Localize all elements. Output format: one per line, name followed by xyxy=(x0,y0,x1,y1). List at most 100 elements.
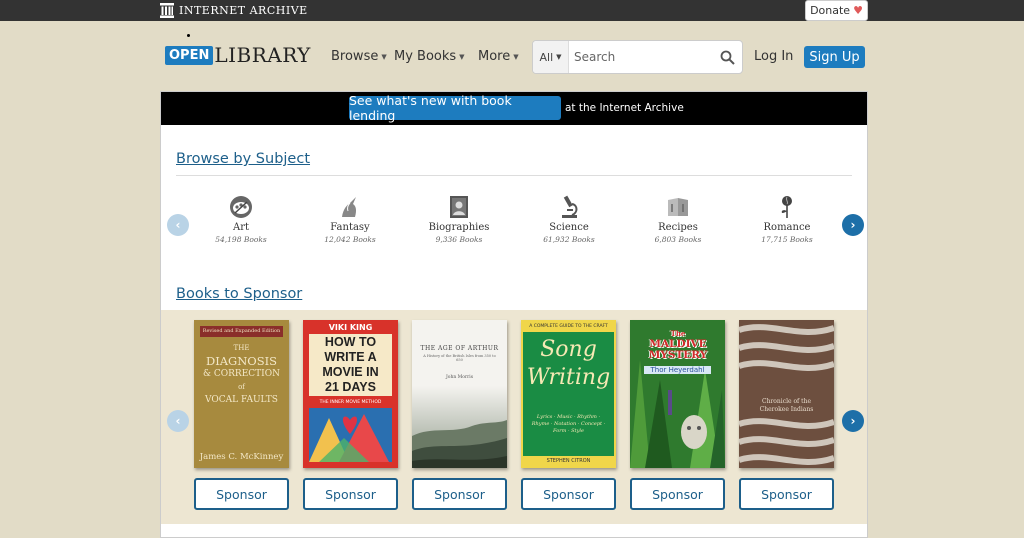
book-cover-age-of-arthur[interactable]: THE AGE OF ARTHUR A History of the Briti… xyxy=(412,320,507,468)
caret-down-icon: ▼ xyxy=(459,52,465,61)
rose-icon xyxy=(732,195,842,219)
logo-open: OPEN xyxy=(165,46,214,65)
book-title-line: 21 DAYS xyxy=(325,380,376,394)
nav-my-books[interactable]: My Books ▼ xyxy=(394,49,465,64)
book-title-line: DIAGNOSIS xyxy=(205,354,278,368)
subject-count: 12,042 Books xyxy=(324,235,376,244)
sponsor-button[interactable]: Sponsor xyxy=(630,478,725,510)
caret-down-icon: ▼ xyxy=(381,52,387,61)
subject-count: 61,932 Books xyxy=(543,235,595,244)
sponsor-button[interactable]: Sponsor xyxy=(521,478,616,510)
archive-building-icon xyxy=(160,3,174,18)
book-cover-maldive-mystery[interactable]: The MALDIVE MYSTERY Thor Heyerdahl xyxy=(630,320,725,468)
subject-count: 54,198 Books xyxy=(215,235,267,244)
nav-my-books-label: My Books xyxy=(394,49,457,64)
caret-down-icon: ▼ xyxy=(513,52,519,61)
book-title-line: Cherokee Indians xyxy=(759,406,814,413)
cookbook-icon xyxy=(623,195,733,219)
book-subtitle: A History of the British Isles from 350 … xyxy=(423,354,496,362)
sponsor-button[interactable]: Sponsor xyxy=(194,478,289,510)
subjects-next-arrow[interactable]: › xyxy=(842,214,864,236)
nav-browse-label: Browse xyxy=(331,49,379,64)
internet-archive-bar: INTERNET ARCHIVE Donate ♥ xyxy=(0,0,1024,21)
main-panel: See what's new with book lending at the … xyxy=(160,91,868,538)
book-title-line: of xyxy=(238,383,245,391)
subject-name: Romance xyxy=(763,222,811,233)
subject-count: 9,336 Books xyxy=(435,235,483,244)
book-title-line: HOW TO xyxy=(324,335,377,349)
internet-archive-logo[interactable]: INTERNET ARCHIVE xyxy=(160,2,308,19)
nav-more-label: More xyxy=(478,49,511,64)
lending-banner: See what's new with book lending at the … xyxy=(161,92,867,125)
signup-button[interactable]: Sign Up xyxy=(804,46,865,68)
book-cover-art xyxy=(309,408,392,462)
book-author: VIKI KING xyxy=(328,323,373,332)
microscope-icon xyxy=(514,195,624,219)
heart-icon: ♥ xyxy=(853,4,863,17)
book-author: James C. McKinney xyxy=(199,452,284,462)
banner-text: at the Internet Archive xyxy=(565,102,684,114)
subject-recipes[interactable]: Recipes 6,803 Books xyxy=(623,195,733,244)
caret-down-icon: ▼ xyxy=(556,53,562,61)
subject-count: 6,803 Books xyxy=(654,235,702,244)
book-author: John Morris xyxy=(445,375,474,380)
book-cover-cherokee-chronicle[interactable]: Chronicle of the Cherokee Indians xyxy=(739,320,834,468)
books-prev-arrow[interactable]: ‹ xyxy=(167,410,189,432)
book-cover-top: Revised and Expanded Edition xyxy=(200,326,283,337)
logo-library: LIBRARY xyxy=(214,43,311,67)
portrait-icon xyxy=(404,195,514,219)
book-title-line: & CORRECTION xyxy=(203,369,280,379)
subject-romance[interactable]: Romance 17,715 Books xyxy=(732,195,842,244)
section-divider xyxy=(176,175,852,176)
search-scope-label: All xyxy=(539,50,554,64)
book-cover-art xyxy=(412,386,507,468)
subject-art[interactable]: Art 54,198 Books xyxy=(186,195,296,244)
internet-archive-title: INTERNET ARCHIVE xyxy=(179,4,308,17)
nav-browse[interactable]: Browse ▼ xyxy=(331,49,387,64)
sponsor-button[interactable]: Sponsor xyxy=(739,478,834,510)
book-title-line: VOCAL FAULTS xyxy=(205,395,278,405)
whats-new-button[interactable]: See what's new with book lending xyxy=(349,93,561,123)
subject-name: Fantasy xyxy=(330,222,370,233)
open-library-logo[interactable]: OPEN LIBRARY xyxy=(165,34,311,71)
sponsor-button[interactable]: Sponsor xyxy=(412,478,507,510)
subject-name: Science xyxy=(549,222,589,233)
login-link[interactable]: Log In xyxy=(754,49,793,64)
book-cover-song-writing[interactable]: A COMPLETE GUIDE TO THE CRAFT Song Writi… xyxy=(521,320,616,468)
book-title-line: MYSTERY xyxy=(648,349,708,361)
subject-science[interactable]: Science 61,932 Books xyxy=(514,195,624,244)
book-title-line: Chronicle of the xyxy=(761,398,812,405)
search-scope-select[interactable]: All ▼ xyxy=(533,41,569,73)
book-author: STEPHEN CITRON xyxy=(523,456,614,466)
book-subtitle: Lyrics · Music · Rhythm · Rhyme · Notati… xyxy=(531,414,606,434)
book-subtitle: THE INNER MOVIE METHOD xyxy=(319,400,382,405)
books-to-sponsor-title[interactable]: Books to Sponsor xyxy=(176,286,302,302)
sponsor-button[interactable]: Sponsor xyxy=(303,478,398,510)
unicorn-icon xyxy=(295,195,405,219)
search-input[interactable]: Search xyxy=(569,50,712,64)
sponsor-carousel: ‹ › Revised and Expanded Edition THE DIA… xyxy=(161,310,867,524)
browse-by-subject-title[interactable]: Browse by Subject xyxy=(176,151,310,167)
subject-fantasy[interactable]: Fantasy 12,042 Books xyxy=(295,195,405,244)
subject-name: Art xyxy=(232,222,250,233)
books-next-arrow[interactable]: › xyxy=(842,410,864,432)
nav-more[interactable]: More ▼ xyxy=(478,49,519,64)
subject-name: Recipes xyxy=(658,222,698,233)
book-title-line: Writing xyxy=(526,365,611,390)
book-cover-art xyxy=(739,320,834,468)
book-title-line: MOVIE IN xyxy=(322,365,379,379)
book-cover-vocal-faults[interactable]: Revised and Expanded Edition THE DIAGNOS… xyxy=(194,320,289,468)
subject-count: 17,715 Books xyxy=(761,235,813,244)
donate-label: Donate xyxy=(810,4,851,17)
search-box: All ▼ Search xyxy=(532,40,743,74)
book-author: Thor Heyerdahl xyxy=(644,366,711,374)
book-title-line: THE AGE OF ARTHUR xyxy=(420,345,499,352)
subject-biographies[interactable]: Biographies 9,336 Books xyxy=(404,195,514,244)
donate-button[interactable]: Donate ♥ xyxy=(805,0,868,21)
book-title-line: Song xyxy=(540,337,597,362)
book-cover-write-a-movie[interactable]: VIKI KING HOW TO WRITE A MOVIE IN 21 DAY… xyxy=(303,320,398,468)
logo-dot xyxy=(187,34,190,37)
palette-icon xyxy=(186,195,296,219)
subject-name: Biographies xyxy=(428,222,490,233)
search-icon[interactable] xyxy=(712,50,742,65)
